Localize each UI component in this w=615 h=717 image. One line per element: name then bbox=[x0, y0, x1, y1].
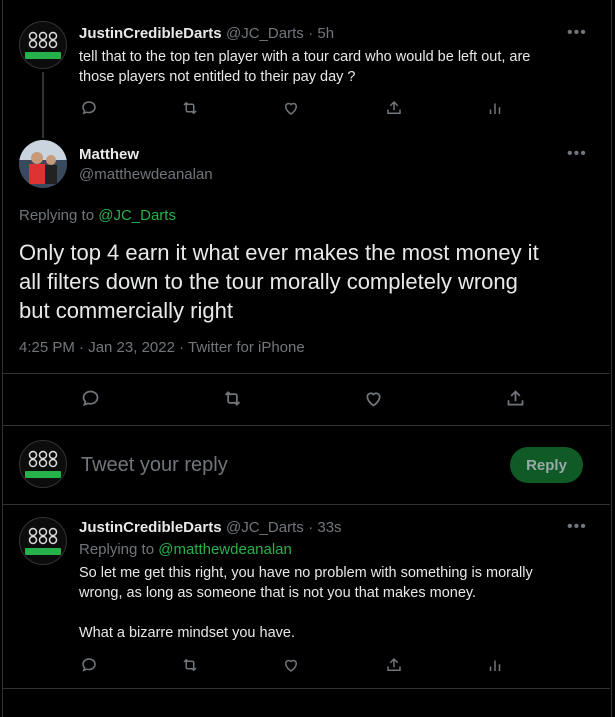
divider bbox=[3, 504, 610, 505]
replying-to-link[interactable]: @JC_Darts bbox=[98, 207, 176, 224]
dartboard-logo-icon bbox=[28, 450, 58, 468]
author-name[interactable]: Matthew bbox=[79, 146, 139, 164]
replying-to: Replying to @matthewdeanalan bbox=[79, 541, 292, 558]
share-icon[interactable] bbox=[385, 656, 403, 674]
author-handle[interactable]: @JC_Darts bbox=[226, 519, 304, 536]
tweet-text: Only top 4 earn it what ever makes the m… bbox=[19, 240, 539, 323]
tweet-text: So let me get this right, you have no pr… bbox=[79, 565, 533, 641]
like-icon[interactable] bbox=[282, 99, 300, 117]
share-icon[interactable] bbox=[505, 388, 526, 409]
replying-to: Replying to @JC_Darts bbox=[19, 207, 176, 224]
replying-to-link[interactable]: @matthewdeanalan bbox=[158, 541, 292, 558]
retweet-icon[interactable] bbox=[222, 388, 243, 409]
tweet-time[interactable]: · 5h bbox=[308, 25, 334, 42]
tweet-text: tell that to the top ten player with a t… bbox=[79, 49, 531, 85]
avatar[interactable] bbox=[19, 140, 67, 188]
reply-icon[interactable] bbox=[80, 656, 98, 674]
like-icon[interactable] bbox=[282, 656, 300, 674]
author-handle[interactable]: @JC_Darts bbox=[226, 25, 304, 42]
reply-input[interactable]: Tweet your reply bbox=[81, 454, 228, 477]
avatar[interactable] bbox=[19, 517, 67, 565]
analytics-icon[interactable] bbox=[486, 99, 504, 117]
reply-icon[interactable] bbox=[80, 99, 98, 117]
retweet-icon[interactable] bbox=[181, 656, 199, 674]
divider bbox=[3, 425, 610, 426]
author-name[interactable]: JustinCredibleDarts bbox=[79, 519, 222, 536]
avatar[interactable] bbox=[19, 21, 67, 69]
profile-photo-icon bbox=[19, 140, 67, 188]
tweet-meta[interactable]: 4:25 PM · Jan 23, 2022 · Twitter for iPh… bbox=[19, 339, 305, 356]
share-icon[interactable] bbox=[385, 99, 403, 117]
like-icon[interactable] bbox=[363, 388, 384, 409]
more-icon[interactable]: ••• bbox=[567, 145, 587, 163]
author-name[interactable]: JustinCredibleDarts bbox=[79, 25, 222, 42]
tweet-header: JustinCredibleDarts @JC_Darts · 5h bbox=[79, 25, 334, 43]
analytics-icon[interactable] bbox=[486, 656, 504, 674]
dartboard-logo-icon bbox=[28, 527, 58, 545]
thread-line bbox=[42, 72, 44, 138]
tweet-header: JustinCredibleDarts @JC_Darts · 33s bbox=[79, 519, 342, 537]
dartboard-logo-icon bbox=[28, 31, 58, 49]
reply-button[interactable]: Reply bbox=[510, 447, 583, 483]
divider bbox=[3, 373, 610, 374]
reply-icon[interactable] bbox=[80, 388, 101, 409]
more-icon[interactable]: ••• bbox=[567, 518, 587, 536]
tweet-time[interactable]: · 33s bbox=[308, 519, 341, 536]
author-handle[interactable]: @matthewdeanalan bbox=[79, 166, 213, 183]
avatar[interactable] bbox=[19, 440, 67, 488]
more-icon[interactable]: ••• bbox=[567, 24, 587, 42]
divider bbox=[3, 688, 610, 689]
retweet-icon[interactable] bbox=[181, 99, 199, 117]
